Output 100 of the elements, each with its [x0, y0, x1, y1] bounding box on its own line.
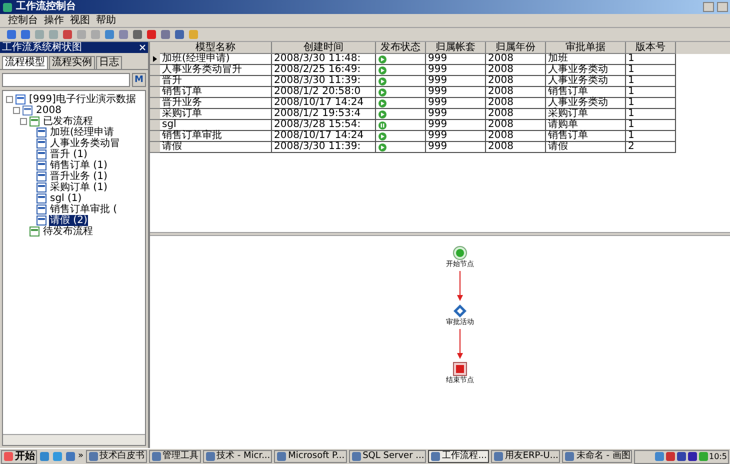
tree-item[interactable]: 采购订单 (1): [49, 182, 108, 193]
folder-icon: [29, 226, 40, 237]
taskbar-button[interactable]: 用友ERP-U...: [490, 450, 560, 463]
document-icon: [36, 149, 47, 160]
table-cell: 999: [426, 109, 486, 120]
more-button[interactable]: »: [78, 450, 84, 464]
horizontal-scrollbar[interactable]: [3, 434, 145, 445]
tree-item[interactable]: 2008: [35, 105, 62, 116]
table-cell: 采购订单: [160, 109, 272, 120]
menu-item[interactable]: 视图: [70, 14, 90, 26]
column-header[interactable]: 创建时间: [272, 42, 376, 54]
end-node-icon[interactable]: [453, 362, 467, 376]
table-cell: 2008/2/25 16:49:: [272, 65, 376, 76]
column-header[interactable]: 归属年份: [486, 42, 546, 54]
play-icon: [378, 66, 387, 74]
document-icon: [36, 160, 47, 171]
play-icon: [378, 54, 387, 64]
taskbar-button[interactable]: 未命名 - 画图: [562, 450, 632, 463]
tree-item[interactable]: 晋升 (1): [49, 149, 88, 160]
tree-item[interactable]: 销售订单审批 (: [49, 204, 118, 215]
table-cell: 2008: [486, 54, 546, 65]
panel-tab[interactable]: 日志: [96, 56, 122, 69]
table-cell: 销售订单: [546, 131, 626, 142]
menu-item[interactable]: 帮助: [96, 14, 116, 26]
table-cell: 1: [626, 98, 676, 109]
play-icon: [378, 132, 387, 140]
play-icon: [378, 110, 387, 118]
document-icon: [36, 138, 47, 149]
document-icon: [36, 171, 47, 182]
table-cell: 2008/1/2 20:58:0: [272, 87, 376, 98]
play-icon: [378, 98, 387, 108]
column-header[interactable]: 审批单据: [546, 42, 626, 54]
table-cell: sgl: [160, 120, 272, 131]
connector-arrow: [457, 271, 463, 301]
table-cell: 2008/3/30 11:48:: [272, 54, 376, 65]
table-cell: 1: [626, 54, 676, 65]
taskbar-button[interactable]: 工作流程...: [428, 450, 489, 463]
table-cell: 2008/3/28 15:54:: [272, 120, 376, 131]
table-cell: 999: [426, 120, 486, 131]
panel-title: 工作流系统树状图: [2, 42, 83, 53]
table-cell: 采购订单: [546, 109, 626, 120]
table-cell: 2008: [486, 76, 546, 87]
document-icon: [36, 215, 47, 226]
pause-icon: [378, 120, 387, 130]
column-header[interactable]: 发布状态: [376, 42, 426, 54]
calendar-icon: [22, 105, 33, 116]
tree-item[interactable]: 人事业务类动冒: [49, 138, 121, 149]
tree-item[interactable]: 晋升业务 (1): [49, 171, 108, 182]
tree-item[interactable]: 销售订单 (1): [49, 160, 108, 171]
play-icon: [378, 88, 387, 96]
table-cell: 2008/10/17 14:24: [272, 98, 376, 109]
column-header[interactable]: 版本号: [626, 42, 676, 54]
table-cell: 1: [626, 76, 676, 87]
table-cell: 人事业务类动冒升: [160, 65, 272, 76]
taskbar-button[interactable]: 技术白皮书: [86, 450, 147, 463]
menu-item[interactable]: 控制台: [8, 14, 38, 26]
tree-item[interactable]: sgl (1): [49, 193, 83, 204]
play-icon: [378, 142, 387, 152]
start-button[interactable]: 开始: [1, 450, 37, 464]
table-cell: 1: [626, 131, 676, 142]
minimize-button[interactable]: [703, 2, 714, 12]
close-button[interactable]: [717, 2, 728, 12]
table-cell: 晋升业务: [160, 98, 272, 109]
diamond-node-icon[interactable]: [453, 304, 467, 318]
start-node-icon[interactable]: [453, 246, 467, 260]
tree-item[interactable]: [999]电子行业演示数据: [28, 94, 137, 105]
table-cell: 1: [626, 65, 676, 76]
table-cell: 请假: [546, 142, 626, 153]
table-cell: 晋升: [160, 76, 272, 87]
clock: 10:5: [709, 450, 727, 462]
tree-item[interactable]: 待发布流程: [42, 226, 94, 237]
table-cell: 请购单: [546, 120, 626, 131]
row-header[interactable]: [150, 54, 160, 65]
taskbar-button[interactable]: Microsoft P...: [274, 450, 347, 463]
panel-tab[interactable]: 流程模型: [2, 56, 48, 69]
table-cell: 加班: [546, 54, 626, 65]
table-cell: 999: [426, 98, 486, 109]
window-title: 工作流控制台: [16, 1, 76, 13]
table-cell: 1: [626, 87, 676, 98]
tree-item[interactable]: 加班(经理申请: [49, 127, 115, 138]
close-icon[interactable]: [139, 44, 146, 51]
tree-item[interactable]: 已发布流程: [42, 116, 94, 127]
table-cell: 2008/3/30 11:39:: [272, 76, 376, 87]
search-field[interactable]: [2, 73, 130, 87]
connector-arrow: [457, 329, 463, 359]
taskbar-button[interactable]: SQL Server ...: [348, 450, 426, 463]
table-cell: 销售订单: [160, 87, 272, 98]
table-cell: 加班(经理申请): [160, 54, 272, 65]
panel-tab[interactable]: 流程实例: [49, 56, 95, 69]
table-cell: 人事业务类动: [546, 98, 626, 109]
search-button[interactable]: M: [132, 73, 146, 87]
table-cell: 人事业务类动: [546, 76, 626, 87]
column-header[interactable]: 归属帐套: [426, 42, 486, 54]
table-cell: 2008: [486, 109, 546, 120]
tree-item[interactable]: 请假 (2): [49, 215, 88, 226]
table-cell: 2008/3/30 11:39:: [272, 142, 376, 153]
menu-item[interactable]: 操作: [44, 14, 64, 26]
taskbar-button[interactable]: 管理工具: [148, 450, 201, 463]
taskbar-button[interactable]: 技术 - Micr...: [202, 450, 272, 463]
column-header[interactable]: 模型名称: [160, 42, 272, 54]
